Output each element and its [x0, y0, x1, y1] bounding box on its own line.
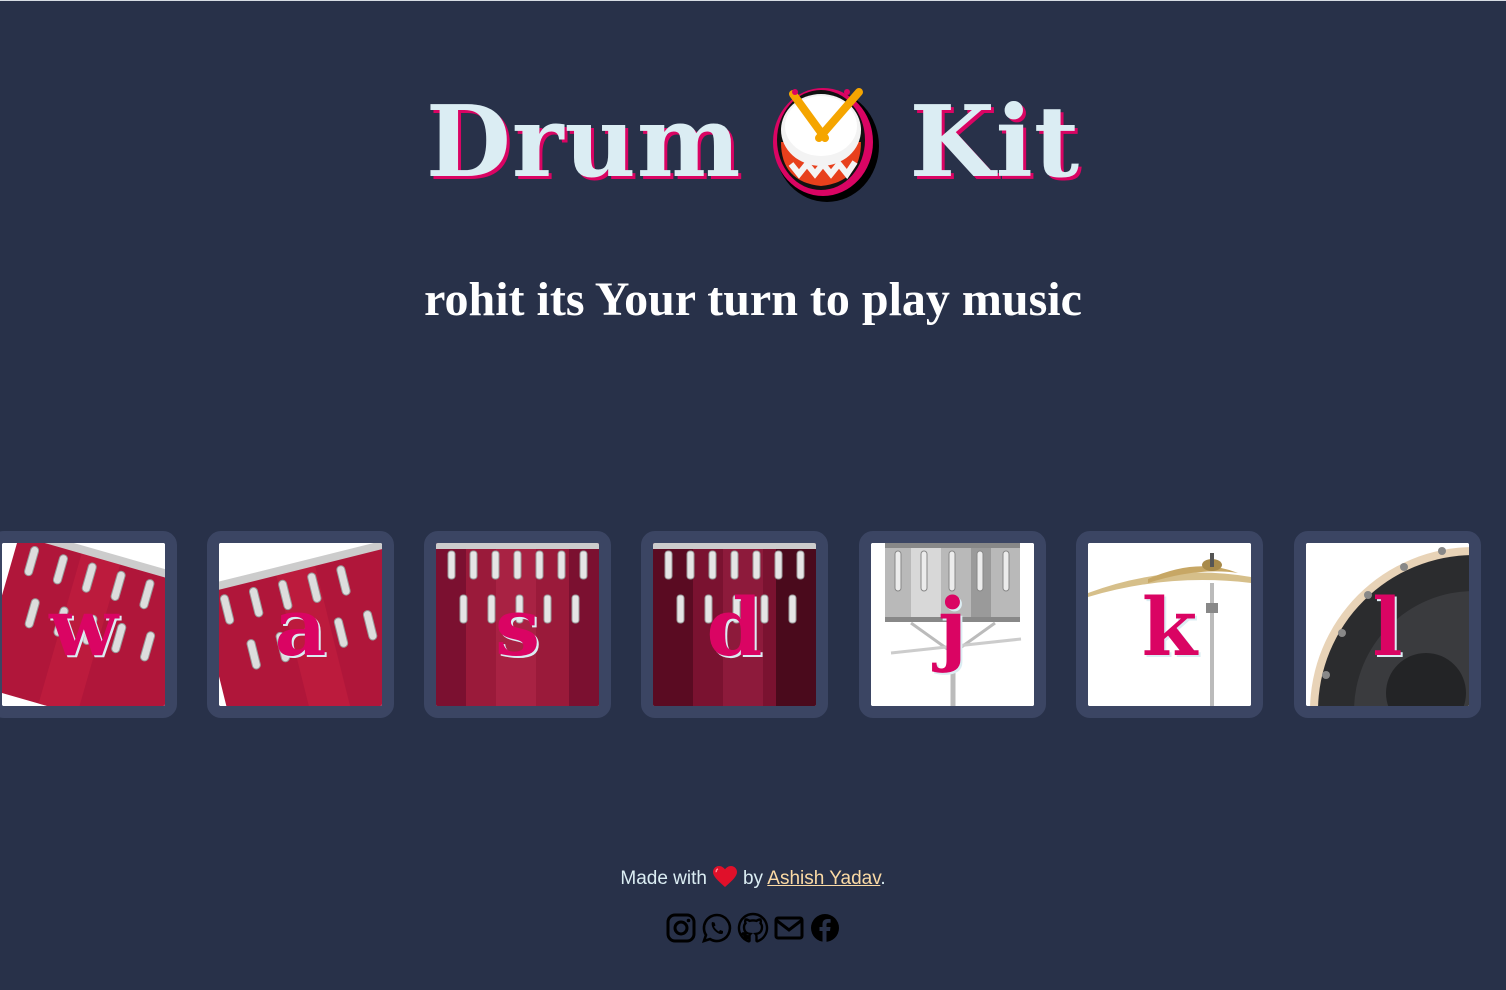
- footer-credit: Made with by Ashish Yadav.: [0, 866, 1506, 892]
- drum-button-w[interactable]: w: [0, 531, 177, 718]
- footer-period: .: [880, 868, 886, 889]
- github-icon[interactable]: [737, 912, 769, 944]
- drum-set: w a s d j k l: [0, 531, 1496, 718]
- facebook-icon[interactable]: [809, 912, 841, 944]
- title-word-drum: Drum: [425, 85, 742, 200]
- drum-button-k[interactable]: k: [1076, 531, 1263, 718]
- drum-key-label: s: [494, 580, 541, 674]
- drum-key-label: d: [706, 580, 763, 674]
- drum-key-label: w: [49, 580, 118, 674]
- greeting-text: rohit its Your turn to play music: [424, 273, 1082, 326]
- whatsapp-icon[interactable]: [701, 912, 733, 944]
- drum-key-label: l: [1372, 580, 1403, 674]
- page-title: Drum Kit: [0, 78, 1506, 208]
- drum-key-label: j: [938, 580, 967, 674]
- footer-made-with: Made with: [620, 868, 707, 889]
- mail-icon[interactable]: [773, 912, 805, 944]
- drum-key-label: k: [1141, 580, 1198, 674]
- drum-button-s[interactable]: s: [424, 531, 611, 718]
- heart-icon: [712, 866, 737, 888]
- top-border: [0, 0, 1506, 1]
- title-word-kit: Kit: [909, 85, 1081, 200]
- instagram-icon[interactable]: [665, 912, 697, 944]
- drum-button-a[interactable]: a: [207, 531, 394, 718]
- drum-button-l[interactable]: l: [1294, 531, 1481, 718]
- drum-key-label: a: [274, 580, 327, 674]
- author-link[interactable]: Ashish Yadav: [767, 868, 880, 889]
- social-links: [0, 912, 1506, 946]
- footer-by: by: [742, 868, 764, 889]
- drum-icon: [769, 82, 881, 204]
- drum-button-j[interactable]: j: [859, 531, 1046, 718]
- drum-button-d[interactable]: d: [641, 531, 828, 718]
